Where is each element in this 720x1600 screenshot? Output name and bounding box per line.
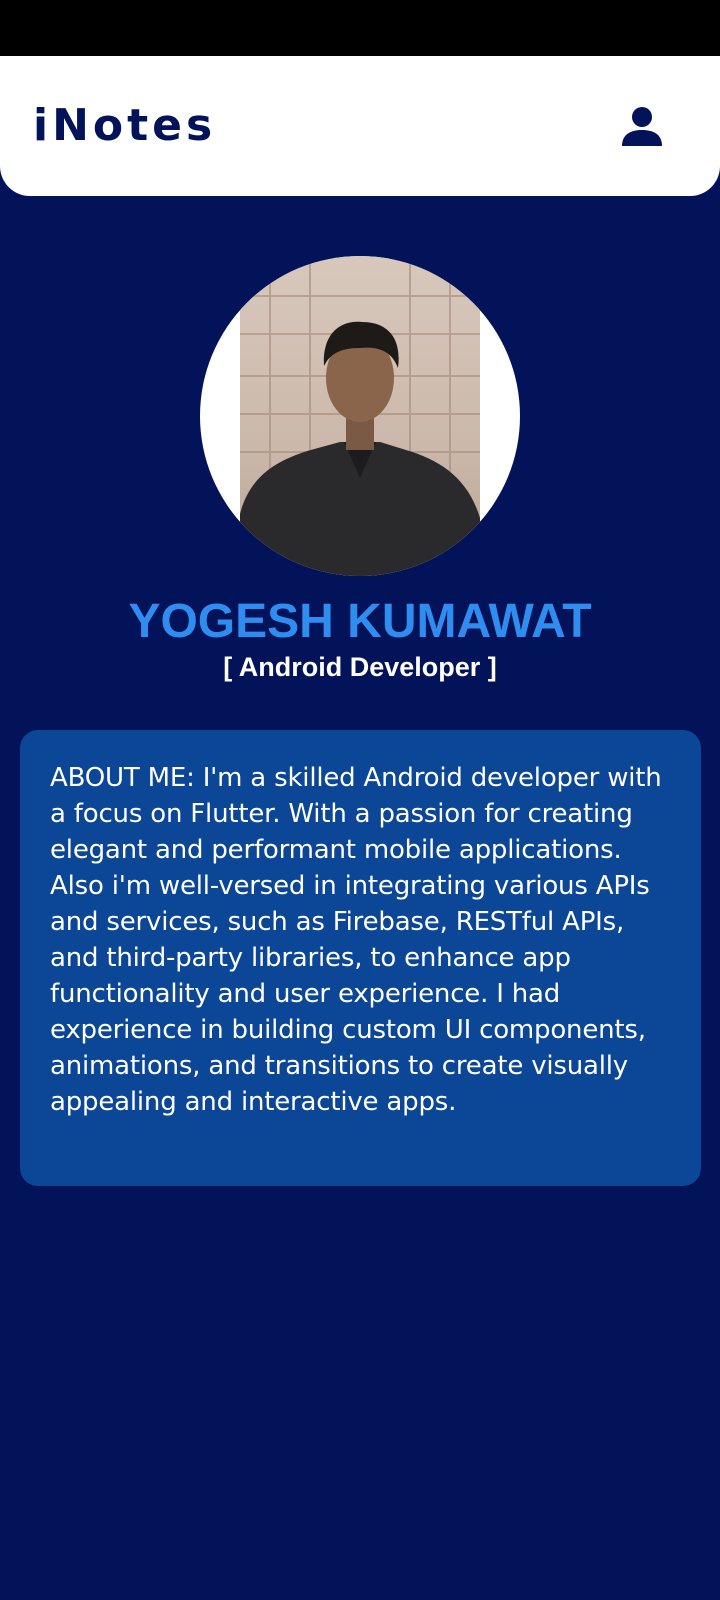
about-card: ABOUT ME: I'm a skilled Android develope…: [20, 730, 701, 1186]
about-text: ABOUT ME: I'm a skilled Android develope…: [50, 763, 662, 1117]
app-bar: iNotes: [0, 56, 720, 196]
app-title: iNotes: [33, 100, 217, 151]
avatar: [200, 256, 520, 576]
person-icon: [622, 107, 662, 146]
profile-role: [ Android Developer ]: [223, 652, 497, 682]
profile-photo: [240, 256, 480, 576]
profile-button[interactable]: [616, 100, 668, 152]
status-bar: [0, 0, 720, 56]
profile-name: YOGESH KUMAWAT: [128, 595, 592, 648]
